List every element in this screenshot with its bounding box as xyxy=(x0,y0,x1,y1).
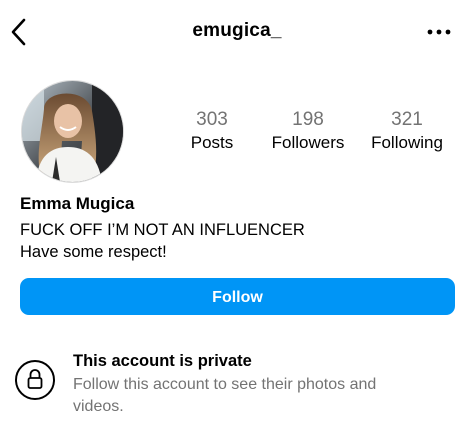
profile-username: emugica_ xyxy=(192,20,282,41)
bio-line: FUCK OFF I’M NOT AN INFLUENCER xyxy=(20,221,305,239)
followers-label: Followers xyxy=(271,133,345,152)
following-stat[interactable]: 321 Following xyxy=(365,108,449,154)
private-account-description: Follow this account to see their photos … xyxy=(73,376,377,415)
lock-badge xyxy=(15,360,55,400)
profile-stats: 303 Posts 198 Followers 321 Following xyxy=(0,108,474,158)
follow-button[interactable]: Follow xyxy=(20,278,455,315)
following-count: 321 xyxy=(391,109,423,130)
followers-stat[interactable]: 198 Followers xyxy=(266,108,350,154)
more-options-button[interactable] xyxy=(426,24,452,40)
posts-label: Posts xyxy=(190,133,234,152)
top-bar: emugica_ xyxy=(0,0,474,66)
bio: FUCK OFF I’M NOT AN INFLUENCER Have some… xyxy=(20,219,305,263)
followers-count: 198 xyxy=(292,109,324,130)
private-account-title: This account is private xyxy=(73,352,252,370)
lock-icon xyxy=(27,369,43,389)
following-label: Following xyxy=(371,133,443,152)
posts-stat[interactable]: 303 Posts xyxy=(182,108,242,154)
bio-line: Have some respect! xyxy=(20,243,167,261)
more-horizontal-icon xyxy=(427,29,451,35)
full-name: Emma Mugica xyxy=(20,194,135,213)
posts-count: 303 xyxy=(196,109,228,130)
